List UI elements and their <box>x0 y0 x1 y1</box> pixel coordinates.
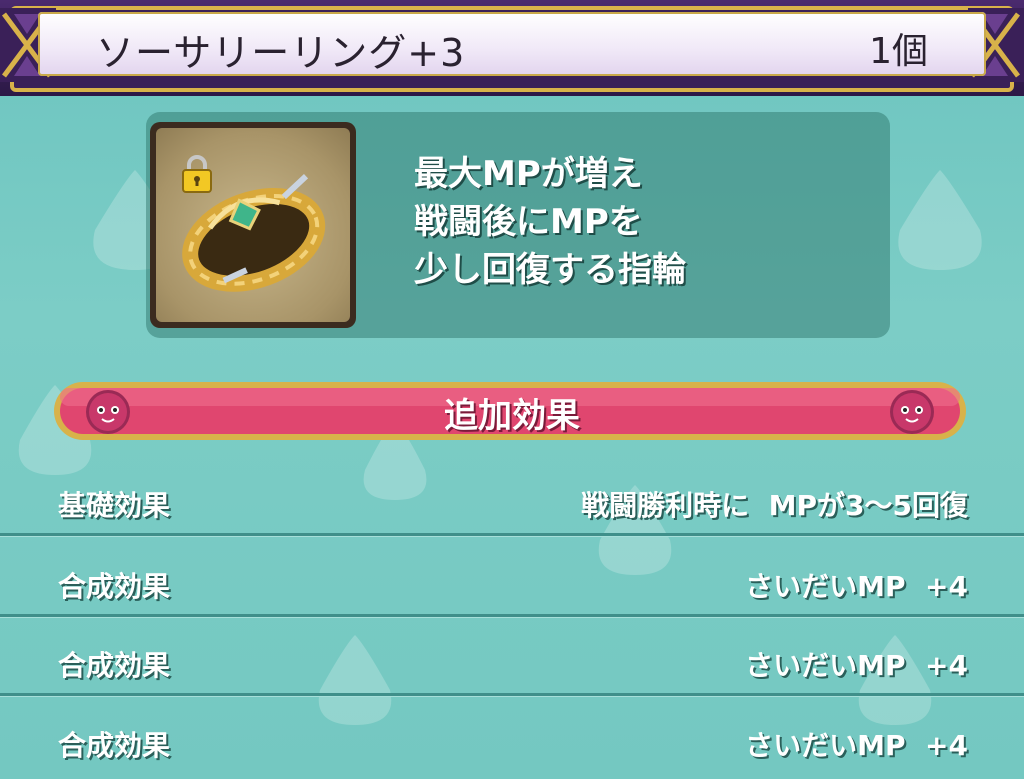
effect-value: さいだいMP +4 <box>745 570 968 603</box>
effect-row: 合成効果 さいだいMP +4 <box>0 539 1024 617</box>
item-count: 1個 <box>869 31 928 72</box>
effect-row: 合成効果 さいだいMP +4 <box>0 618 1024 696</box>
effect-label: 合成効果 <box>58 729 171 762</box>
section-title: 追加効果 <box>444 396 580 436</box>
row-divider <box>0 693 1024 696</box>
row-divider <box>0 533 1024 536</box>
effect-value: さいだいMP +4 <box>745 649 968 682</box>
effect-label: 合成効果 <box>58 649 171 682</box>
effect-value: 戦闘勝利時に MPが3〜5回復 <box>581 489 968 522</box>
row-divider <box>0 614 1024 617</box>
effect-row: 基礎効果 戦闘勝利時に MPが3〜5回復 <box>0 458 1024 536</box>
item-name: ソーサリーリング+3 <box>96 31 466 75</box>
item-icon-frame[interactable] <box>150 122 356 328</box>
item-icon-background <box>156 128 350 322</box>
effect-value: さいだいMP +4 <box>745 729 968 762</box>
effect-row: 合成効果 さいだいMP +4 <box>0 698 1024 776</box>
effect-label: 合成効果 <box>58 570 171 603</box>
title-bar: ソーサリーリング+3 1個 <box>0 0 1024 96</box>
lock-icon <box>182 155 212 193</box>
effect-label: 基礎効果 <box>58 489 171 522</box>
item-description: 最大MPが増え 戦闘後にMPを 少し回復する指輪 <box>414 154 686 290</box>
